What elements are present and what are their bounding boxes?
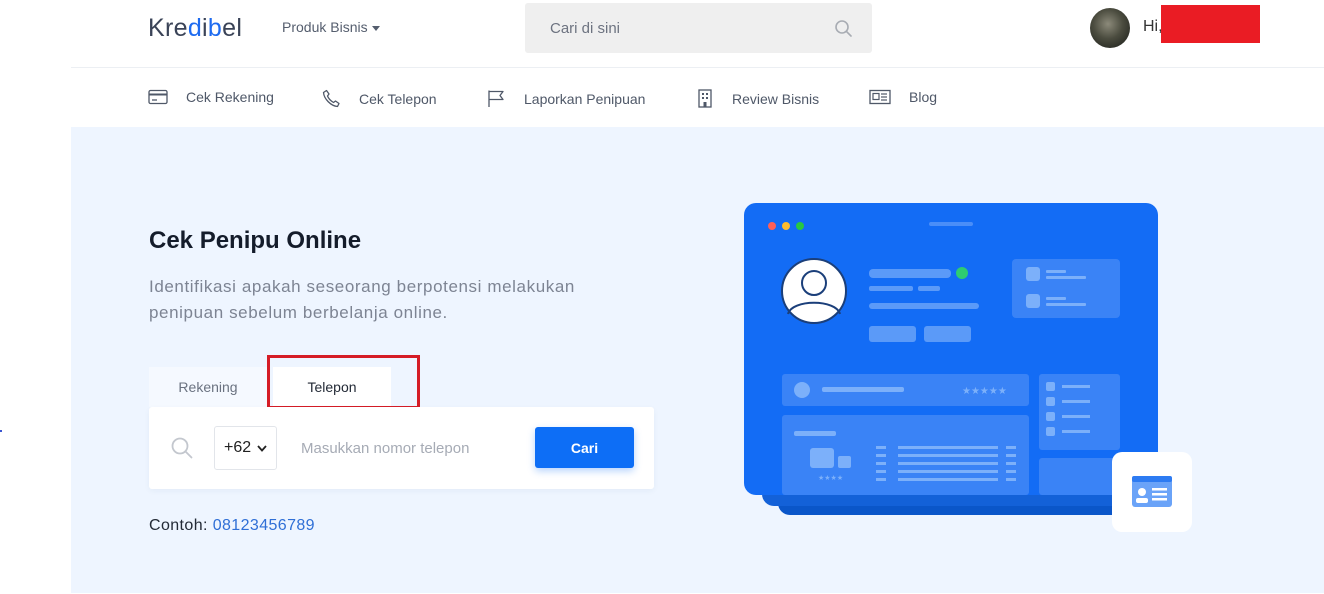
logo-text-end: el (222, 14, 243, 42)
highlight-box (267, 355, 420, 409)
tab-rekening[interactable]: Rekening (149, 367, 267, 407)
profile-dashboard-illustration: ★★★★★ ★★★★ (744, 203, 1192, 532)
search-input[interactable] (525, 3, 825, 53)
svg-text:★★★★: ★★★★ (818, 474, 843, 482)
example-phone-link[interactable]: 08123456789 (213, 517, 315, 534)
nav-item-review-bisnis[interactable]: Review Bisnis (696, 89, 819, 108)
building-icon (698, 89, 712, 108)
redacted-username (1161, 5, 1260, 43)
logo-drop-letter: d (187, 14, 203, 42)
nav-item-blog[interactable]: Blog (869, 89, 937, 105)
nav-label: Blog (909, 89, 938, 105)
phone-icon (322, 89, 340, 108)
logo-drop-letter-2: b (207, 14, 223, 42)
nav-label: Review Bisnis (732, 90, 820, 107)
hero-description: Identifikasi apakah seseorang berpotensi… (149, 277, 575, 322)
caret-down-icon (371, 25, 380, 31)
card-icon (148, 89, 168, 105)
produk-bisnis-dropdown[interactable]: Produk Bisnis (282, 19, 380, 35)
header-search (525, 3, 872, 53)
stray-dot (0, 430, 2, 432)
avatar[interactable] (1090, 8, 1130, 48)
newspaper-icon (869, 89, 891, 105)
nav-label: Laporkan Penipuan (524, 90, 646, 107)
country-code-value: +62 (224, 439, 252, 456)
page: Kredibel Produk Bisnis Hi, Cek Rekening … (0, 0, 1324, 594)
page-title: Cek Penipu Online (149, 227, 362, 254)
example-label: Contoh: (149, 517, 208, 534)
phone-search-form: +62 Cari (149, 407, 654, 489)
example-text: Contoh: 08123456789 (149, 517, 315, 535)
country-code-select[interactable]: +62 (214, 426, 277, 470)
logo-text-start: Kre (148, 14, 188, 42)
cari-button[interactable]: Cari (535, 427, 634, 468)
hero-section: Cek Penipu Online Identifikasi apakah se… (71, 127, 1324, 593)
phone-input[interactable] (289, 427, 519, 469)
nav-bar: Cek Rekening Cek Telepon Laporkan Penipu… (71, 69, 1324, 127)
flag-icon (488, 90, 504, 107)
nav-item-cek-rekening[interactable]: Cek Rekening (148, 89, 274, 105)
nav-item-laporkan-penipuan[interactable]: Laporkan Penipuan (487, 89, 645, 108)
greeting-text[interactable]: Hi, (1143, 18, 1163, 36)
chevron-down-icon (257, 444, 267, 452)
search-icon (171, 437, 193, 464)
nav-label: Cek Rekening (186, 89, 274, 105)
nav-item-cek-telepon[interactable]: Cek Telepon (322, 89, 437, 108)
nav-label: Cek Telepon (359, 90, 437, 107)
produk-bisnis-label: Produk Bisnis (282, 19, 368, 35)
search-icon[interactable] (835, 20, 852, 42)
header: Kredibel Produk Bisnis Hi, (71, 0, 1324, 68)
svg-text:★★★★★: ★★★★★ (962, 386, 1007, 397)
logo[interactable]: Kredibel (148, 14, 242, 43)
